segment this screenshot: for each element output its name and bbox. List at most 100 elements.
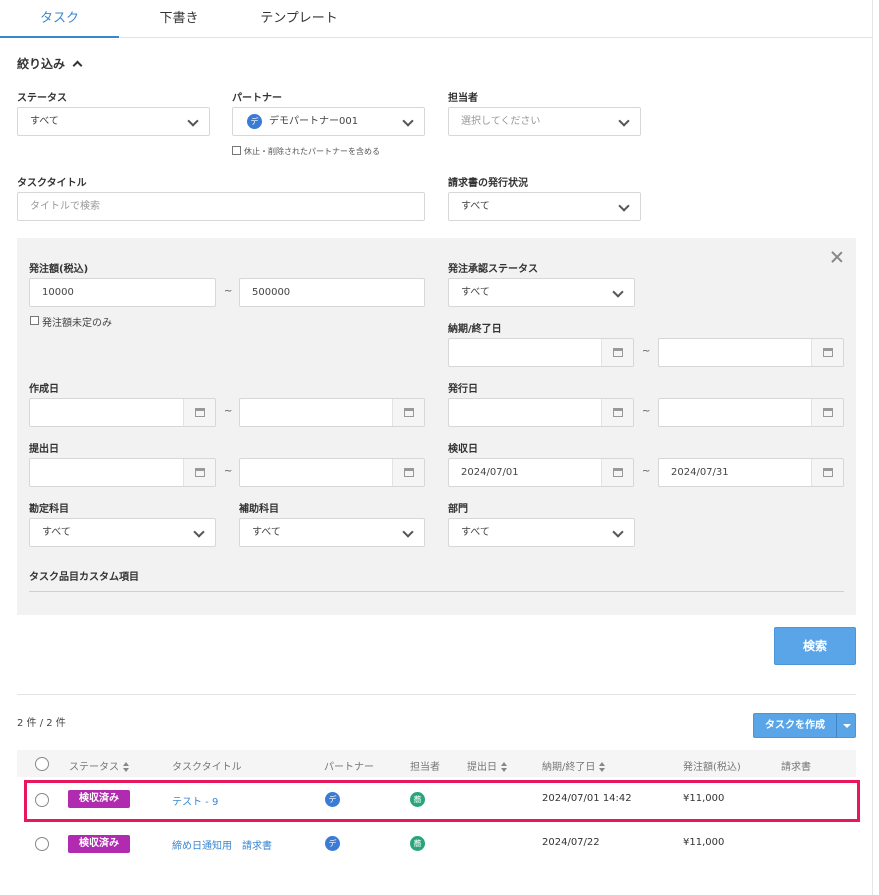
column-assignee: 担当者 xyxy=(410,762,440,773)
inspection-date-label: 検収日 xyxy=(448,444,478,455)
calendar-icon[interactable] xyxy=(811,459,843,486)
result-count: 2 件 / 2 件 xyxy=(17,718,66,729)
inspection-date-to-value: 2024/07/31 xyxy=(671,467,729,478)
due-date-from-input[interactable] xyxy=(448,338,634,367)
partner-select[interactable]: デ デモパートナー001 xyxy=(232,107,425,136)
chevron-down-icon xyxy=(402,115,414,127)
invoice-status-select[interactable]: すべて xyxy=(448,192,641,221)
status-select[interactable]: すべて xyxy=(17,107,210,136)
column-due-label: 納期/終了日 xyxy=(542,762,596,773)
assignee-select[interactable]: 選択してください xyxy=(448,107,641,136)
column-due[interactable]: 納期/終了日 xyxy=(542,758,606,773)
order-amount-min-input[interactable]: 10000 xyxy=(29,278,216,307)
due-date-to-input[interactable] xyxy=(658,338,844,367)
issued-date-label: 発行日 xyxy=(448,384,478,395)
column-submitted[interactable]: 提出日 xyxy=(467,758,507,773)
create-task-dropdown[interactable] xyxy=(836,713,856,738)
custom-items-label: タスク品目カスタム項目 xyxy=(29,572,139,583)
row-select-radio[interactable] xyxy=(35,837,49,851)
table-row[interactable] xyxy=(27,783,857,819)
range-tilde: ~ xyxy=(642,406,651,417)
create-task-button[interactable]: タスクを作成 xyxy=(753,713,837,738)
task-title-input[interactable]: タイトルで検索 xyxy=(17,192,425,221)
task-title-link[interactable]: 締め日通知用 請求書 xyxy=(172,837,272,852)
approval-status-select[interactable]: すべて xyxy=(448,278,635,307)
status-badge: 検収済み xyxy=(68,790,130,808)
due-date-cell: 2024/07/22 xyxy=(542,837,600,848)
calendar-icon[interactable] xyxy=(601,459,633,486)
chevron-down-icon xyxy=(612,286,624,298)
calendar-icon[interactable] xyxy=(811,399,843,426)
tab-bar: タスク 下書き テンプレート xyxy=(0,0,873,38)
search-button[interactable]: 検索 xyxy=(774,627,856,665)
row-select-radio[interactable] xyxy=(35,793,49,807)
partner-avatar: デ xyxy=(325,836,340,851)
calendar-icon[interactable] xyxy=(601,339,633,366)
status-badge: 検収済み xyxy=(68,835,130,853)
order-amount-max-input[interactable]: 500000 xyxy=(239,278,425,307)
partner-avatar: デ xyxy=(247,114,262,129)
invoice-status-value: すべて xyxy=(461,201,490,212)
sub-account-select[interactable]: すべて xyxy=(239,518,425,547)
order-amount-max-value: 500000 xyxy=(252,287,291,298)
calendar-icon[interactable] xyxy=(811,339,843,366)
tab-drafts[interactable]: 下書き xyxy=(119,0,239,38)
tab-tasks[interactable]: タスク xyxy=(0,0,119,38)
account-value: すべて xyxy=(42,527,71,538)
account-select[interactable]: すべて xyxy=(29,518,216,547)
submitted-date-to-input[interactable] xyxy=(239,458,425,487)
partner-select-value: デモパートナー001 xyxy=(269,116,359,127)
calendar-icon[interactable] xyxy=(392,399,424,426)
filter-toggle[interactable]: 絞り込み xyxy=(17,55,83,72)
submitted-date-label: 提出日 xyxy=(29,444,59,455)
chevron-down-icon xyxy=(193,526,205,538)
column-title: タスクタイトル xyxy=(172,762,242,773)
inspection-date-to-input[interactable]: 2024/07/31 xyxy=(658,458,844,487)
range-tilde: ~ xyxy=(642,346,651,357)
include-inactive-partner-checkbox[interactable] xyxy=(232,146,241,155)
range-tilde: ~ xyxy=(642,466,651,477)
department-label: 部門 xyxy=(448,504,468,515)
created-date-to-input[interactable] xyxy=(239,398,425,427)
due-date-label: 納期/終了日 xyxy=(448,324,502,335)
chevron-down-icon xyxy=(612,526,624,538)
amount-undecided-checkbox[interactable] xyxy=(30,316,39,325)
amount-cell: ¥11,000 xyxy=(683,837,725,848)
status-label: ステータス xyxy=(17,93,67,104)
created-date-from-input[interactable] xyxy=(29,398,216,427)
caret-down-icon xyxy=(843,724,851,728)
chevron-down-icon xyxy=(618,115,630,127)
department-select[interactable]: すべて xyxy=(448,518,635,547)
sub-account-value: すべて xyxy=(252,527,281,538)
sort-icon xyxy=(599,762,606,772)
created-date-label: 作成日 xyxy=(29,384,59,395)
calendar-icon[interactable] xyxy=(183,459,215,486)
table-row[interactable] xyxy=(17,826,856,862)
range-tilde: ~ xyxy=(224,466,233,477)
calendar-icon[interactable] xyxy=(392,459,424,486)
task-title-link[interactable]: テスト - 9 xyxy=(172,793,218,808)
chevron-up-icon xyxy=(72,60,83,71)
sort-icon xyxy=(123,762,129,772)
select-all-radio[interactable] xyxy=(35,757,49,771)
filter-toggle-label: 絞り込み xyxy=(17,57,66,71)
column-status[interactable]: ステータス xyxy=(69,758,129,773)
issued-date-to-input[interactable] xyxy=(658,398,844,427)
issued-date-from-input[interactable] xyxy=(448,398,634,427)
chevron-down-icon xyxy=(618,200,630,212)
amount-cell: ¥11,000 xyxy=(683,793,725,804)
calendar-icon[interactable] xyxy=(601,399,633,426)
amount-undecided-label: 発注額未定のみ xyxy=(42,318,112,329)
column-submitted-label: 提出日 xyxy=(467,762,497,773)
close-icon[interactable] xyxy=(830,250,844,264)
submitted-date-from-input[interactable] xyxy=(29,458,216,487)
column-status-label: ステータス xyxy=(69,762,119,773)
inspection-date-from-input[interactable]: 2024/07/01 xyxy=(448,458,634,487)
approval-status-label: 発注承認ステータス xyxy=(448,264,538,275)
calendar-icon[interactable] xyxy=(183,399,215,426)
tab-templates[interactable]: テンプレート xyxy=(239,0,359,38)
include-inactive-partner-label: 休止・削除されたパートナーを含める xyxy=(244,147,380,156)
range-tilde: ~ xyxy=(224,406,233,417)
assignee-avatar: 蕎 xyxy=(410,836,425,851)
partner-avatar: デ xyxy=(325,792,340,807)
